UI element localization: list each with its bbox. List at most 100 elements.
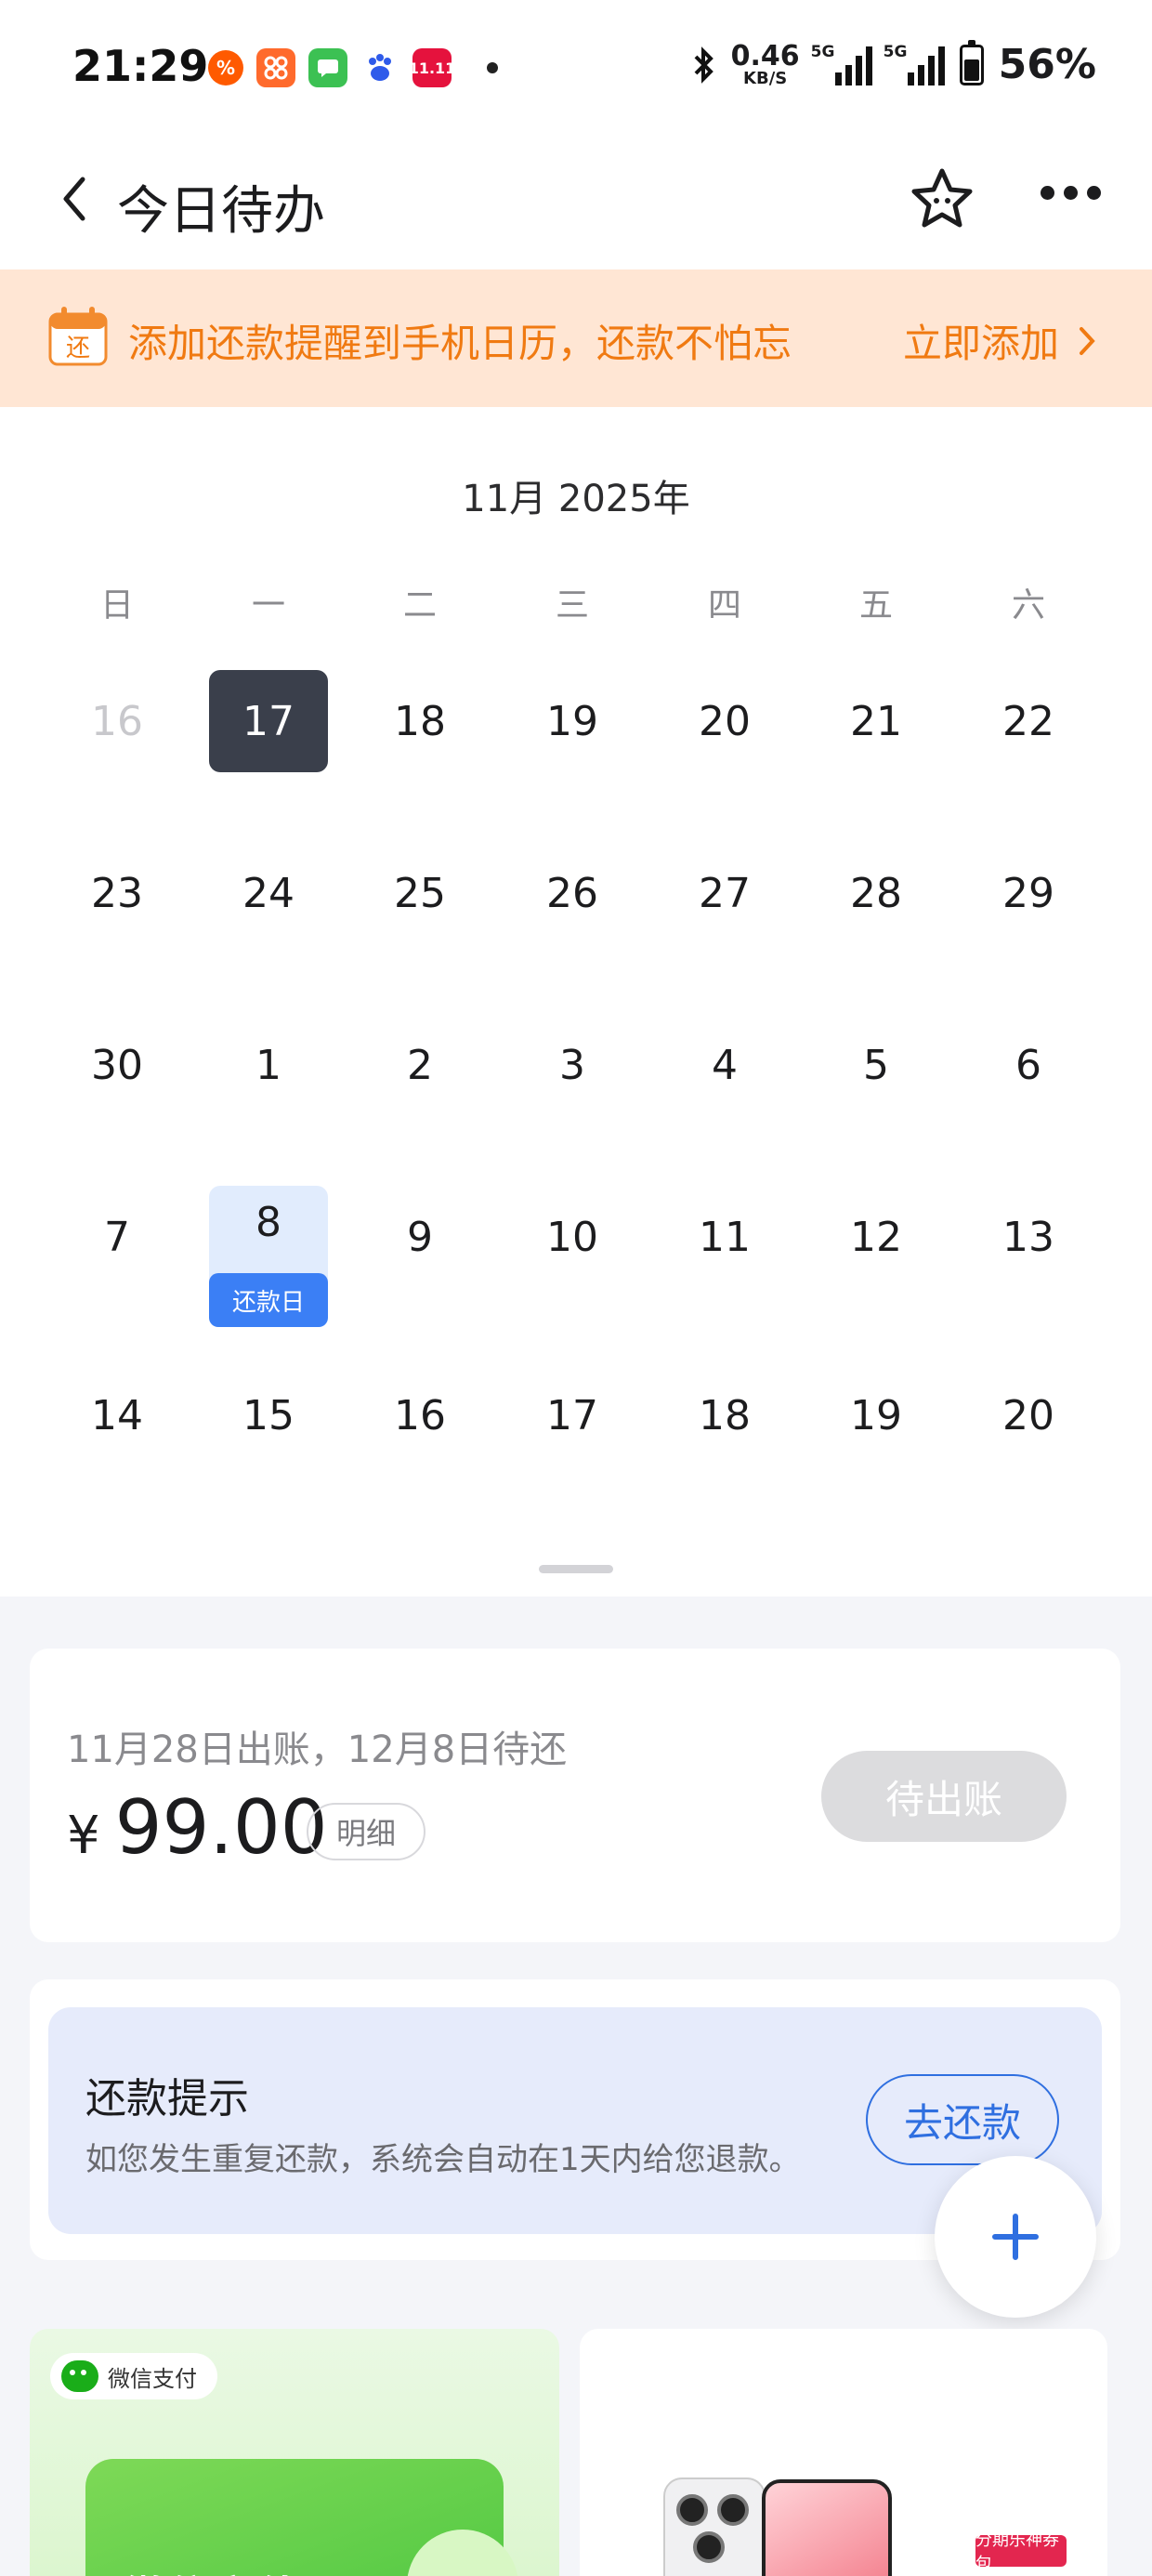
calendar-day[interactable]: 18 [346, 670, 494, 772]
calendar-day[interactable]: 19 [498, 670, 647, 772]
calendar-day[interactable]: 28 [802, 842, 950, 944]
weekday-sat: 六 [1011, 586, 1045, 624]
notification-app-icons: % 11.11 [208, 48, 498, 87]
status-bar: 21:29 % 11.11 0.46 KB/S 5G 5G 56% [0, 0, 1152, 130]
bill-amount: ¥ 99.00 [67, 1784, 328, 1871]
wechat-pay-badge: 微信支付 [50, 2353, 217, 2399]
tip-title: 还款提示 [85, 2075, 249, 2123]
calendar-day[interactable]: 12 [802, 1186, 950, 1288]
calendar-day[interactable]: 29 [954, 842, 1103, 944]
calendar-day[interactable]: 10 [498, 1186, 647, 1288]
weekday-mon: 一 [251, 586, 285, 624]
calendar-day[interactable]: 26 [498, 842, 647, 944]
phone-image [663, 2477, 766, 2576]
promo-banner-image: 微信充值 [85, 2459, 518, 2576]
due-date-tag: 还款日 [209, 1273, 328, 1327]
calendar-day[interactable]: 14 [43, 1364, 191, 1466]
star-icon [911, 168, 973, 228]
check-circle-icon [407, 2530, 518, 2576]
calendar-day[interactable]: 21 [802, 670, 950, 772]
app-grid-icon [256, 48, 295, 87]
calendar-day[interactable]: 15 [194, 1364, 343, 1466]
back-button[interactable] [48, 173, 100, 225]
favorite-button[interactable] [909, 165, 975, 232]
add-now-link[interactable]: 立即添加 [903, 312, 1096, 369]
baidu-icon [360, 48, 399, 87]
more-notifications-dot [487, 62, 498, 73]
bill-card: 11月28日出账，12月8日待还 ¥ 99.00 明细 待出账 [30, 1649, 1120, 1942]
weekday-thu: 四 [707, 586, 741, 624]
bill-amount-value: 99.00 [114, 1784, 328, 1871]
calendar-day[interactable]: 9 [346, 1186, 494, 1288]
tmall-1111-icon: 11.11 [409, 48, 455, 87]
calendar-day[interactable]: 17 [498, 1364, 647, 1466]
taobao-icon: % [208, 50, 243, 85]
calendar-day[interactable]: 6 [954, 1014, 1103, 1116]
calendar-day[interactable]: 5 [802, 1014, 950, 1116]
calendar-day[interactable]: 11 [650, 1186, 799, 1288]
currency-symbol: ¥ [67, 1806, 100, 1866]
calendar-day[interactable]: 3 [498, 1014, 647, 1116]
wechat-logo-icon [61, 2360, 98, 2392]
calendar-day[interactable]: 19 [802, 1364, 950, 1466]
add-now-label: 立即添加 [902, 321, 1059, 366]
calendar-day[interactable]: 30 [43, 1014, 191, 1116]
calendar-icon: 还 [48, 307, 108, 366]
more-dots-icon [1041, 186, 1054, 200]
calendar-month-label: 11月 2025年 [462, 478, 690, 520]
messages-icon [308, 48, 347, 87]
repay-button[interactable]: 去还款 [866, 2074, 1059, 2165]
network-speed: 0.46 KB/S [730, 39, 800, 88]
calendar-day[interactable]: 25 [346, 842, 494, 944]
plus-icon [992, 2214, 1039, 2260]
calendar-drag-handle[interactable] [539, 1565, 613, 1573]
bill-detail-button[interactable]: 明细 [307, 1803, 425, 1860]
navigation-bar: 今日待办 [0, 130, 1152, 269]
phone-screen-image [762, 2479, 892, 2576]
chevron-right-icon [1080, 326, 1095, 355]
calendar-day[interactable]: 18 [650, 1364, 799, 1466]
status-indicators: 0.46 KB/S 5G 5G 56% [692, 39, 1096, 88]
add-fab-button[interactable] [935, 2156, 1096, 2318]
calendar-day[interactable]: 23 [43, 842, 191, 944]
chevron-left-icon [63, 177, 85, 221]
calendar-day[interactable]: 20 [650, 670, 799, 772]
bill-dates: 11月28日出账，12月8日待还 [67, 1728, 568, 1771]
calendar-day[interactable]: 24 [194, 842, 343, 944]
weekday-tue: 二 [402, 586, 437, 624]
battery-percent: 56% [998, 41, 1096, 88]
calendar-day[interactable]: 16 [346, 1364, 494, 1466]
calendar-day[interactable]: 1 [194, 1014, 343, 1116]
signal-icon-sim2: 5G [884, 43, 945, 85]
wechat-pay-promo-card[interactable]: 微信支付 微信充值 [30, 2329, 559, 2576]
battery-icon [959, 39, 984, 85]
calendar-day[interactable]: 4 [650, 1014, 799, 1116]
calendar: 11月 2025年 日 一 二 三 四 五 六 16 17 18 19 20 2… [0, 407, 1152, 1597]
weekday-fri: 五 [858, 586, 893, 624]
calendar-day[interactable]: 7 [43, 1186, 191, 1288]
calendar-day[interactable]: 13 [954, 1186, 1103, 1288]
calendar-day[interactable]: 27 [650, 842, 799, 944]
more-options-button[interactable] [1041, 186, 1101, 200]
wechat-pay-label: 微信支付 [108, 2365, 197, 2392]
calendar-day-today[interactable]: 17 [194, 670, 343, 772]
calendar-day[interactable]: 20 [954, 1364, 1103, 1466]
calendar-day[interactable]: 16 [43, 670, 191, 772]
phone-promo-card[interactable]: 分期乐神券包 [580, 2329, 1107, 2576]
calendar-day[interactable]: 22 [954, 670, 1103, 772]
weekday-wed: 三 [555, 586, 589, 624]
weekday-sun: 日 [99, 586, 134, 624]
status-time: 21:29 [72, 41, 209, 91]
tip-description: 如您发生重复还款，系统会自动在1天内给您退款。 [85, 2141, 801, 2178]
calendar-icon-text: 还 [66, 335, 90, 362]
pending-statement-button[interactable]: 待出账 [821, 1751, 1067, 1842]
add-calendar-reminder-banner[interactable]: 还 添加还款提醒到手机日历，还款不怕忘 立即添加 [0, 269, 1152, 407]
coupon-pack-tag: 分期乐神券包 [975, 2530, 1067, 2574]
calendar-day-due[interactable]: 8 [194, 1171, 343, 1273]
promo-left-text: 微信充值 [123, 2561, 301, 2576]
calendar-day[interactable]: 2 [346, 1014, 494, 1116]
bluetooth-icon [694, 46, 713, 84]
banner-text: 添加还款提醒到手机日历，还款不怕忘 [128, 321, 792, 366]
page-title: 今日待办 [117, 181, 325, 242]
signal-icon-sim1: 5G [811, 43, 872, 85]
